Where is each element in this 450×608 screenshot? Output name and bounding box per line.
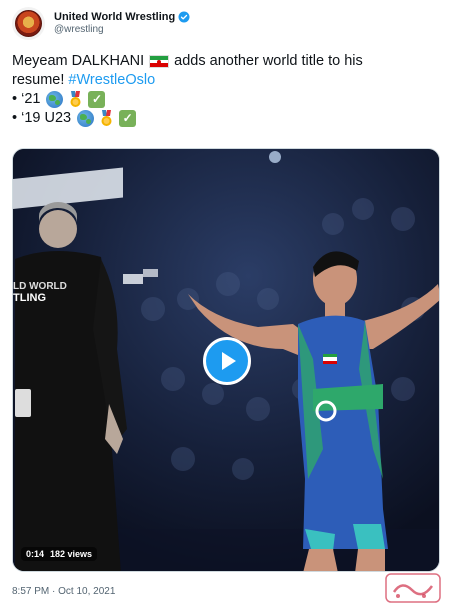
author-handle[interactable]: @wrestling (54, 24, 190, 35)
tweet-line-2: resume! #WrestleOslo (12, 71, 440, 90)
tweet-line-1: Meyeam DALKHANI adds another world title… (12, 52, 440, 71)
iran-flag-icon (149, 55, 170, 68)
avatar[interactable] (12, 6, 45, 40)
display-name-row: United World Wrestling (54, 11, 190, 23)
tweet-text-resume: resume! (12, 72, 65, 88)
svg-text:LD WORLD: LD WORLD (13, 281, 67, 292)
watermark-logo-icon (385, 573, 441, 603)
bullet-2019-u23: • ‘19 U23 (12, 110, 72, 126)
check-mark-icon: ✓ (88, 91, 106, 108)
athlete-name-text: Meyeam DALKHANI (12, 53, 145, 69)
globe-icon (46, 91, 64, 108)
hashtag-link[interactable]: #WrestleOslo (68, 71, 155, 90)
video-meta-overlay: 0:14 182 views (21, 547, 98, 561)
play-button[interactable] (203, 337, 251, 385)
svg-text:TLING: TLING (13, 292, 46, 304)
tweet-header: United World Wrestling @wrestling (12, 6, 438, 40)
video-views: 182 views (50, 549, 93, 559)
display-name[interactable]: United World Wrestling (54, 11, 175, 23)
bullet-2021: • ‘21 (12, 91, 41, 107)
uww-logo-icon (15, 9, 42, 37)
medal-icon (98, 110, 115, 127)
play-icon (222, 352, 236, 370)
globe-icon (77, 110, 95, 127)
video-player[interactable]: LD WORLD TLING 0:14 182 views (12, 148, 440, 572)
video-duration: 0:14 (26, 549, 45, 559)
medal-icon (67, 91, 84, 108)
verified-badge-icon (178, 11, 190, 23)
tweet-text-continued: adds another world title to his (174, 53, 363, 69)
tweet-text: Meyeam DALKHANI adds another world title… (12, 52, 440, 128)
author-names: United World Wrestling @wrestling (54, 11, 190, 35)
tweet-line-4: • ‘19 U23 ✓ (12, 109, 440, 128)
tweet-timestamp[interactable]: 8:57 PM · Oct 10, 2021 (12, 586, 115, 597)
check-mark-icon: ✓ (119, 110, 137, 127)
tweet-line-3: • ‘21 ✓ (12, 90, 440, 109)
